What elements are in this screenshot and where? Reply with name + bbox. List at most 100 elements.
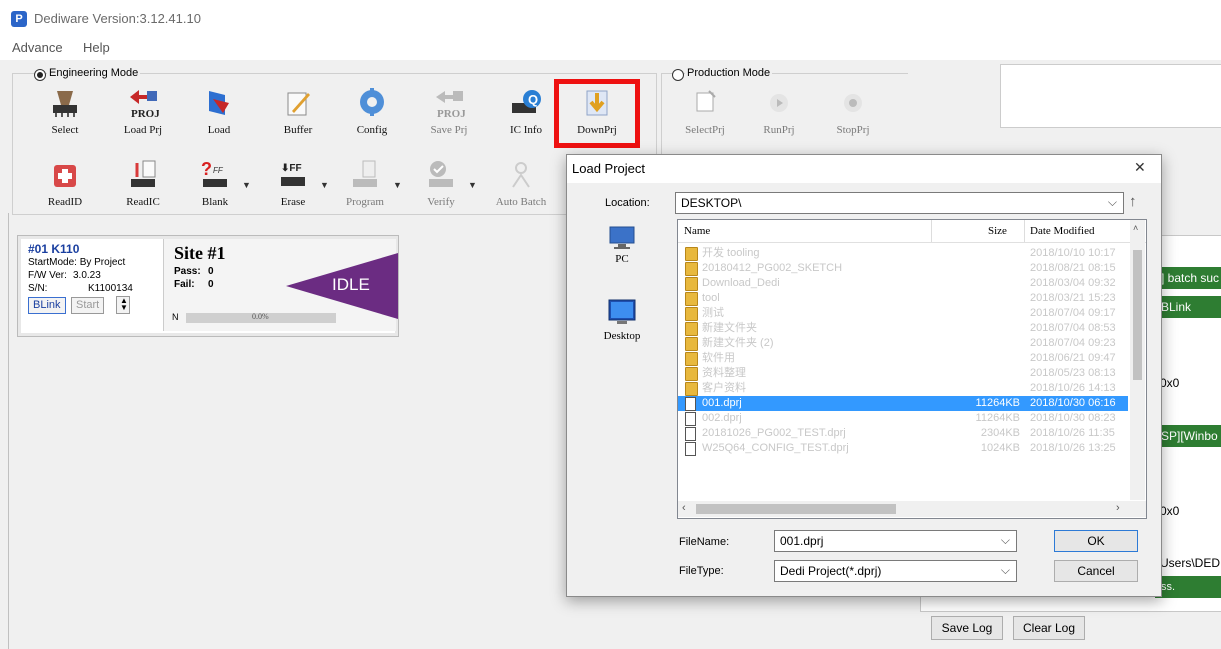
horizontal-scrollbar[interactable]: ‹ › [678, 501, 1146, 517]
folder-row[interactable]: Download_Dedi 2018/03/04 09:32 [678, 276, 1128, 291]
blank-button[interactable]: ? FF Blank [180, 159, 250, 225]
config-label: Config [356, 124, 388, 136]
start-button[interactable]: Start [71, 297, 105, 314]
folder-row[interactable]: 资料整理 2018/05/23 08:13 [678, 366, 1128, 381]
verify-button[interactable]: Verify [406, 159, 476, 225]
folder-icon [685, 352, 698, 366]
save-prj-button[interactable]: PROJ Save Prj [414, 87, 484, 153]
file-row[interactable]: W25Q64_CONFIG_TEST.dprj 1024KB 2018/10/26 … [678, 441, 1128, 456]
place-desktop[interactable]: Desktop [597, 298, 647, 342]
production-mode-radio[interactable] [672, 69, 684, 81]
ic-info-label: IC Info [509, 124, 543, 136]
downprj-button[interactable]: DownPrj [562, 87, 632, 153]
buffer-label: Buffer [283, 124, 313, 136]
log-line-3: 0x0 [1160, 376, 1180, 390]
file-row[interactable]: 20181026_PG002_TEST.dprj 2304KB 2018/10/26… [678, 426, 1128, 441]
place-pc[interactable]: PC [597, 225, 647, 265]
erase-dropdown-arrow[interactable]: ▼ [320, 180, 329, 190]
load-button[interactable]: Load [184, 87, 254, 153]
svg-text:⬇FF: ⬇FF [281, 163, 302, 174]
dialog-close-icon[interactable]: ✕ [1134, 159, 1146, 176]
load-label: Load [207, 124, 231, 136]
folder-row[interactable]: 开发 tooling 2018/10/10 10:17 [678, 246, 1128, 261]
vertical-scrollbar[interactable]: ˄ [1130, 220, 1145, 500]
file-name: 002.dprj [702, 412, 742, 424]
location-value: DESKTOP\ [681, 196, 742, 210]
load-prj-button[interactable]: PROJ Load Prj [108, 87, 178, 153]
readid-button[interactable]: ReadID [30, 159, 100, 225]
file-name: 测试 [702, 307, 724, 319]
file-date: 2018/10/30 08:23 [1030, 412, 1116, 424]
blank-dropdown-arrow[interactable]: ▼ [242, 180, 251, 190]
file-list[interactable]: Name Size Date Modified 开发 tooling 2018/1… [677, 219, 1147, 519]
file-name: 资料整理 [702, 367, 746, 379]
folder-icon [685, 382, 698, 396]
folder-row[interactable]: 新建文件夹 2018/07/04 08:53 [678, 321, 1128, 336]
read-ic-icon [127, 159, 159, 191]
save-log-button[interactable]: Save Log [931, 616, 1003, 640]
left-border [8, 213, 9, 649]
file-row[interactable]: 001.dprj 11264KB 2018/10/30 06:16 [678, 396, 1128, 411]
site-spinner[interactable]: ▲ ▼ [116, 296, 130, 314]
column-date[interactable]: Date Modified [1030, 225, 1094, 237]
file-icon [685, 427, 696, 441]
file-name: 软件用 [702, 352, 735, 364]
runprj-button[interactable]: RunPrj [744, 87, 814, 153]
ic-info-button[interactable]: Q IC Info [491, 87, 561, 153]
clear-log-button[interactable]: Clear Log [1013, 616, 1085, 640]
folder-row[interactable]: 客户资料 2018/10/26 14:13 [678, 381, 1128, 396]
menu-help[interactable]: Help [83, 40, 110, 55]
up-folder-icon[interactable]: ↑ [1129, 193, 1137, 210]
program-dropdown-arrow[interactable]: ▼ [393, 180, 402, 190]
stop-project-icon [837, 87, 869, 119]
folder-icon [685, 367, 698, 381]
dialog-title: Load Project [572, 161, 645, 176]
menu-bar [0, 34, 1221, 60]
folder-row[interactable]: 软件用 2018/06/21 09:47 [678, 351, 1128, 366]
program-button[interactable]: Program [330, 159, 400, 225]
ok-button[interactable]: OK [1054, 530, 1138, 552]
folder-icon [685, 292, 698, 306]
location-label: Location: [605, 197, 650, 209]
erase-button[interactable]: ⬇FF Erase [258, 159, 328, 225]
filetype-select[interactable]: Dedi Project(*.dprj) [774, 560, 1017, 582]
folder-row[interactable]: 新建文件夹 (2) 2018/07/04 09:23 [678, 336, 1128, 351]
select-label: Select [51, 124, 79, 136]
column-divider [931, 220, 932, 242]
folder-row[interactable]: 20180412_PG002_SKETCH 2018/08/21 08:15 [678, 261, 1128, 276]
buffer-button[interactable]: Buffer [263, 87, 333, 153]
folder-row[interactable]: tool 2018/03/21 15:23 [678, 291, 1128, 306]
horizontal-scroll-thumb[interactable] [696, 504, 896, 514]
filename-input[interactable]: 001.dprj [774, 530, 1017, 552]
right-info-box [1000, 64, 1221, 128]
place-pc-label: PC [615, 253, 629, 265]
file-name: 客户资料 [702, 382, 746, 394]
file-rows: 开发 tooling 2018/10/10 10:17 20180412_PG002… [678, 246, 1128, 496]
engineering-mode-radio[interactable] [34, 69, 46, 81]
file-size: 1024KB [980, 442, 1020, 454]
site-status-area: Site #1 Pass: 0 Fail: 0 IDLE N 0.0% [163, 239, 398, 331]
vertical-scroll-thumb[interactable] [1133, 250, 1142, 380]
folder-row[interactable]: 测试 2018/07/04 09:17 [678, 306, 1128, 321]
stopprj-button[interactable]: StopPrj [818, 87, 888, 153]
file-row[interactable]: 002.dprj 11264KB 2018/10/30 08:23 [678, 411, 1128, 426]
folder-icon [685, 247, 698, 261]
dialog-title-bar [567, 155, 1161, 183]
verify-dropdown-arrow[interactable]: ▼ [468, 180, 477, 190]
auto-batch-button[interactable]: Auto Batch [486, 159, 556, 225]
selectprj-button[interactable]: SelectPrj [670, 87, 740, 153]
progress-label: N [172, 312, 179, 322]
menu-advance[interactable]: Advance [12, 40, 63, 55]
column-size[interactable]: Size [988, 225, 1007, 237]
stopprj-label: StopPrj [836, 124, 870, 136]
cancel-button[interactable]: Cancel [1054, 560, 1138, 582]
blink-button[interactable]: BLink [28, 297, 66, 314]
select-button[interactable]: Select [30, 87, 100, 153]
file-date: 2018/07/04 09:23 [1030, 337, 1116, 349]
file-name: 新建文件夹 [702, 322, 757, 334]
config-button[interactable]: Config [337, 87, 407, 153]
location-select[interactable]: DESKTOP\ [675, 192, 1124, 214]
column-name[interactable]: Name [684, 225, 710, 237]
file-icon [685, 442, 696, 456]
readic-button[interactable]: ReadIC [108, 159, 178, 225]
